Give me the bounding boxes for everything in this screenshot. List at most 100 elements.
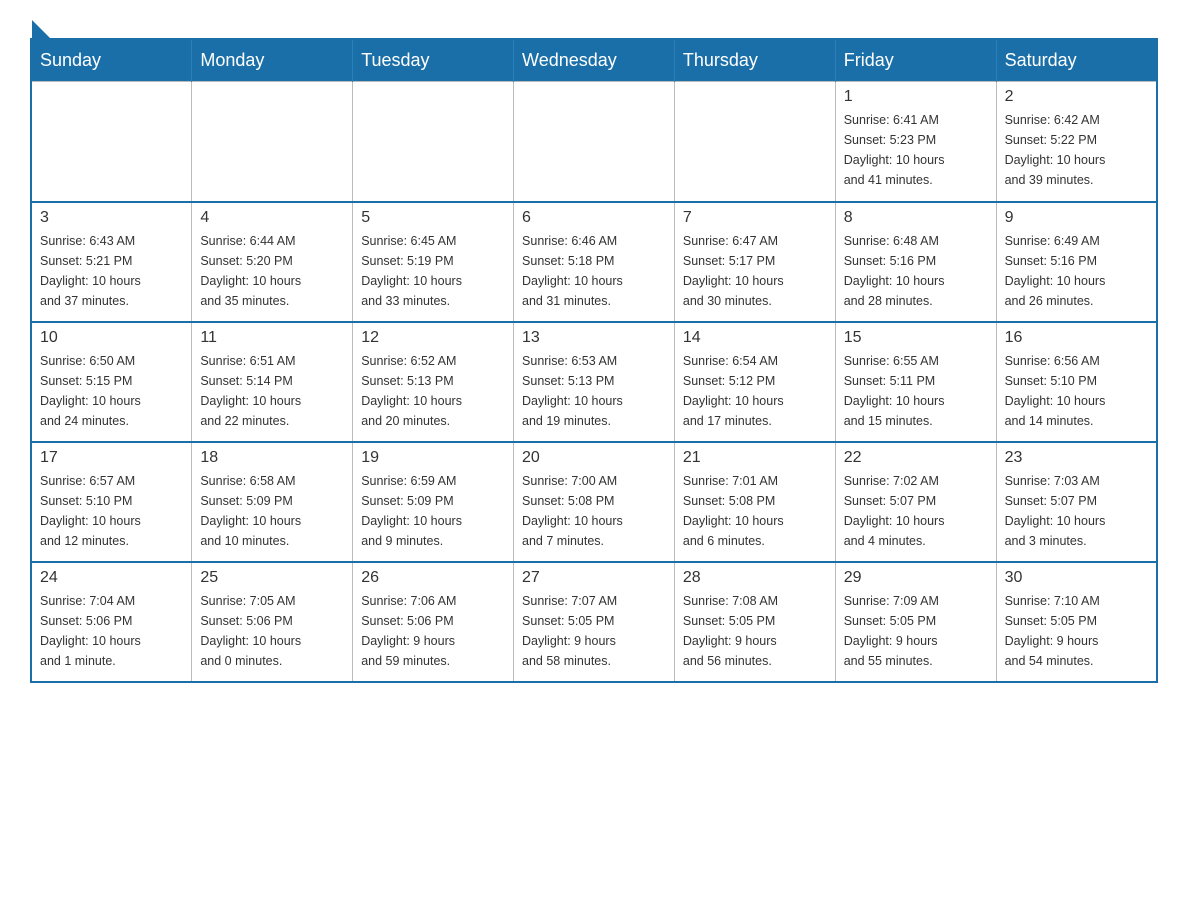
day-info: Sunrise: 7:00 AMSunset: 5:08 PMDaylight:… bbox=[522, 471, 666, 551]
day-number: 15 bbox=[844, 329, 988, 347]
day-number: 6 bbox=[522, 209, 666, 227]
day-cell: 19Sunrise: 6:59 AMSunset: 5:09 PMDayligh… bbox=[353, 442, 514, 562]
week-row-4: 17 Sunrise: 6:57 AMSunset: 5:10 PMDayligh… bbox=[31, 442, 1157, 562]
day-number: 24 bbox=[40, 569, 183, 587]
day-cell: 29 Sunrise: 7:09 AMSunset: 5:05 PMDayligh… bbox=[835, 562, 996, 682]
day-cell: 21Sunrise: 7:01 AMSunset: 5:08 PMDayligh… bbox=[674, 442, 835, 562]
day-cell: 11 Sunrise: 6:51 AMSunset: 5:14 PMDayligh… bbox=[192, 322, 353, 442]
day-cell: 6 Sunrise: 6:46 AMSunset: 5:18 PMDaylight… bbox=[514, 202, 675, 322]
day-info: Sunrise: 6:56 AMSunset: 5:10 PMDaylight:… bbox=[1005, 351, 1148, 431]
logo bbox=[30, 20, 50, 28]
day-number: 9 bbox=[1005, 209, 1148, 227]
day-info: Sunrise: 7:08 AMSunset: 5:05 PMDaylight:… bbox=[683, 591, 827, 671]
day-number: 18 bbox=[200, 449, 344, 467]
week-row-5: 24 Sunrise: 7:04 AMSunset: 5:06 PMDayligh… bbox=[31, 562, 1157, 682]
weekday-header-sunday: Sunday bbox=[31, 39, 192, 82]
day-number: 2 bbox=[1005, 88, 1148, 106]
day-info: Sunrise: 6:59 AMSunset: 5:09 PMDaylight:… bbox=[361, 471, 505, 551]
day-info: Sunrise: 6:48 AMSunset: 5:16 PMDaylight:… bbox=[844, 231, 988, 311]
day-info: Sunrise: 6:57 AMSunset: 5:10 PMDaylight:… bbox=[40, 471, 183, 551]
weekday-header-row: SundayMondayTuesdayWednesdayThursdayFrid… bbox=[31, 39, 1157, 82]
day-info: Sunrise: 7:10 AMSunset: 5:05 PMDaylight:… bbox=[1005, 591, 1148, 671]
day-number: 13 bbox=[522, 329, 666, 347]
day-info: Sunrise: 6:46 AMSunset: 5:18 PMDaylight:… bbox=[522, 231, 666, 311]
day-number: 10 bbox=[40, 329, 183, 347]
day-info: Sunrise: 6:52 AMSunset: 5:13 PMDaylight:… bbox=[361, 351, 505, 431]
day-info: Sunrise: 6:58 AMSunset: 5:09 PMDaylight:… bbox=[200, 471, 344, 551]
day-cell: 22 Sunrise: 7:02 AMSunset: 5:07 PMDayligh… bbox=[835, 442, 996, 562]
day-cell: 18 Sunrise: 6:58 AMSunset: 5:09 PMDayligh… bbox=[192, 442, 353, 562]
day-info: Sunrise: 6:41 AMSunset: 5:23 PMDaylight:… bbox=[844, 110, 988, 190]
day-number: 29 bbox=[844, 569, 988, 587]
week-row-2: 3 Sunrise: 6:43 AMSunset: 5:21 PMDaylight… bbox=[31, 202, 1157, 322]
day-number: 26 bbox=[361, 569, 505, 587]
day-number: 14 bbox=[683, 329, 827, 347]
day-cell: 15 Sunrise: 6:55 AMSunset: 5:11 PMDayligh… bbox=[835, 322, 996, 442]
day-info: Sunrise: 7:02 AMSunset: 5:07 PMDaylight:… bbox=[844, 471, 988, 551]
day-cell: 12 Sunrise: 6:52 AMSunset: 5:13 PMDayligh… bbox=[353, 322, 514, 442]
day-cell: 28 Sunrise: 7:08 AMSunset: 5:05 PMDayligh… bbox=[674, 562, 835, 682]
day-number: 12 bbox=[361, 329, 505, 347]
day-cell bbox=[31, 82, 192, 202]
day-cell: 13 Sunrise: 6:53 AMSunset: 5:13 PMDayligh… bbox=[514, 322, 675, 442]
day-cell: 16 Sunrise: 6:56 AMSunset: 5:10 PMDayligh… bbox=[996, 322, 1157, 442]
day-cell: 30Sunrise: 7:10 AMSunset: 5:05 PMDayligh… bbox=[996, 562, 1157, 682]
day-cell: 9Sunrise: 6:49 AMSunset: 5:16 PMDaylight… bbox=[996, 202, 1157, 322]
day-info: Sunrise: 7:09 AMSunset: 5:05 PMDaylight:… bbox=[844, 591, 988, 671]
day-info: Sunrise: 6:44 AMSunset: 5:20 PMDaylight:… bbox=[200, 231, 344, 311]
day-info: Sunrise: 7:05 AMSunset: 5:06 PMDaylight:… bbox=[200, 591, 344, 671]
day-cell bbox=[353, 82, 514, 202]
week-row-3: 10 Sunrise: 6:50 AMSunset: 5:15 PMDayligh… bbox=[31, 322, 1157, 442]
day-info: Sunrise: 6:43 AMSunset: 5:21 PMDaylight:… bbox=[40, 231, 183, 311]
day-info: Sunrise: 6:53 AMSunset: 5:13 PMDaylight:… bbox=[522, 351, 666, 431]
day-number: 7 bbox=[683, 209, 827, 227]
weekday-header-friday: Friday bbox=[835, 39, 996, 82]
day-info: Sunrise: 7:03 AMSunset: 5:07 PMDaylight:… bbox=[1005, 471, 1148, 551]
day-number: 23 bbox=[1005, 449, 1148, 467]
day-number: 27 bbox=[522, 569, 666, 587]
day-info: Sunrise: 6:54 AMSunset: 5:12 PMDaylight:… bbox=[683, 351, 827, 431]
day-info: Sunrise: 6:55 AMSunset: 5:11 PMDaylight:… bbox=[844, 351, 988, 431]
day-number: 17 bbox=[40, 449, 183, 467]
day-info: Sunrise: 6:51 AMSunset: 5:14 PMDaylight:… bbox=[200, 351, 344, 431]
day-info: Sunrise: 7:06 AMSunset: 5:06 PMDaylight:… bbox=[361, 591, 505, 671]
day-number: 5 bbox=[361, 209, 505, 227]
day-cell: 24 Sunrise: 7:04 AMSunset: 5:06 PMDayligh… bbox=[31, 562, 192, 682]
day-number: 20 bbox=[522, 449, 666, 467]
day-number: 16 bbox=[1005, 329, 1148, 347]
day-cell: 20 Sunrise: 7:00 AMSunset: 5:08 PMDayligh… bbox=[514, 442, 675, 562]
day-cell: 10 Sunrise: 6:50 AMSunset: 5:15 PMDayligh… bbox=[31, 322, 192, 442]
day-cell: 2 Sunrise: 6:42 AMSunset: 5:22 PMDaylight… bbox=[996, 82, 1157, 202]
day-cell: 4 Sunrise: 6:44 AMSunset: 5:20 PMDaylight… bbox=[192, 202, 353, 322]
day-cell: 26 Sunrise: 7:06 AMSunset: 5:06 PMDayligh… bbox=[353, 562, 514, 682]
day-cell: 17 Sunrise: 6:57 AMSunset: 5:10 PMDayligh… bbox=[31, 442, 192, 562]
day-number: 22 bbox=[844, 449, 988, 467]
day-number: 28 bbox=[683, 569, 827, 587]
day-number: 4 bbox=[200, 209, 344, 227]
day-info: Sunrise: 6:47 AMSunset: 5:17 PMDaylight:… bbox=[683, 231, 827, 311]
day-number: 1 bbox=[844, 88, 988, 106]
day-info: Sunrise: 6:45 AMSunset: 5:19 PMDaylight:… bbox=[361, 231, 505, 311]
day-cell: 7 Sunrise: 6:47 AMSunset: 5:17 PMDaylight… bbox=[674, 202, 835, 322]
weekday-header-saturday: Saturday bbox=[996, 39, 1157, 82]
day-info: Sunrise: 6:42 AMSunset: 5:22 PMDaylight:… bbox=[1005, 110, 1148, 190]
day-number: 3 bbox=[40, 209, 183, 227]
day-cell: 23 Sunrise: 7:03 AMSunset: 5:07 PMDayligh… bbox=[996, 442, 1157, 562]
day-info: Sunrise: 7:01 AMSunset: 5:08 PMDaylight:… bbox=[683, 471, 827, 551]
day-number: 8 bbox=[844, 209, 988, 227]
day-info: Sunrise: 6:50 AMSunset: 5:15 PMDaylight:… bbox=[40, 351, 183, 431]
day-cell: 3 Sunrise: 6:43 AMSunset: 5:21 PMDaylight… bbox=[31, 202, 192, 322]
weekday-header-wednesday: Wednesday bbox=[514, 39, 675, 82]
weekday-header-tuesday: Tuesday bbox=[353, 39, 514, 82]
day-cell: 8 Sunrise: 6:48 AMSunset: 5:16 PMDaylight… bbox=[835, 202, 996, 322]
week-row-1: 1 Sunrise: 6:41 AMSunset: 5:23 PMDaylight… bbox=[31, 82, 1157, 202]
day-cell: 25 Sunrise: 7:05 AMSunset: 5:06 PMDayligh… bbox=[192, 562, 353, 682]
day-info: Sunrise: 7:04 AMSunset: 5:06 PMDaylight:… bbox=[40, 591, 183, 671]
day-number: 25 bbox=[200, 569, 344, 587]
day-cell: 1 Sunrise: 6:41 AMSunset: 5:23 PMDaylight… bbox=[835, 82, 996, 202]
day-number: 11 bbox=[200, 329, 344, 347]
day-info: Sunrise: 7:07 AMSunset: 5:05 PMDaylight:… bbox=[522, 591, 666, 671]
day-cell bbox=[514, 82, 675, 202]
day-cell: 5 Sunrise: 6:45 AMSunset: 5:19 PMDaylight… bbox=[353, 202, 514, 322]
day-cell bbox=[192, 82, 353, 202]
